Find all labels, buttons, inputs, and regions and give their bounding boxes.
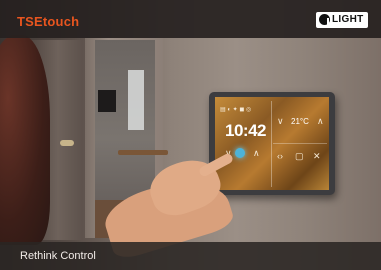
control-panel-device: ▤ ◐ ✦ ◼ ◎ 10:42 ∨ 21°C ∧ ∨ ∧ ‹› ▢ ✕ [209,92,335,195]
light-logo[interactable]: LIGHT [316,12,368,28]
light-scene-icon [235,148,245,158]
panel-hline [273,143,327,144]
blind-close-icon: ✕ [313,151,321,161]
person-hair [0,35,50,245]
logo-text: LIGHT [332,14,364,25]
door-handle [60,140,74,146]
temperature-display: 21°C [291,117,309,126]
room-window [128,70,144,130]
light-up-icon: ∧ [253,148,260,158]
temp-down-icon: ∨ [277,116,284,126]
stair-rail [118,150,168,155]
logo-icon [319,14,330,25]
top-bar: TSEtouch LIGHT [0,0,381,38]
hero-banner: ▤ ◐ ✦ ◼ ◎ 10:42 ∨ 21°C ∧ ∨ ∧ ‹› ▢ ✕ TSEt… [0,0,381,270]
brand-title[interactable]: TSEtouch [17,14,79,29]
blind-left-icon: ‹› [277,151,283,161]
panel-divider [271,101,272,187]
tagline: Rethink Control [20,250,96,262]
control-panel-screen: ▤ ◐ ✦ ◼ ◎ 10:42 ∨ 21°C ∧ ∨ ∧ ‹› ▢ ✕ [215,97,329,190]
temp-up-icon: ∧ [317,116,324,126]
room-tv [98,90,116,112]
blind-stop-icon: ▢ [295,151,304,161]
caption-bar: Rethink Control [0,242,381,270]
clock-display: 10:42 [225,121,266,140]
status-icons: ▤ ◐ ✦ ◼ ◎ [220,107,252,113]
